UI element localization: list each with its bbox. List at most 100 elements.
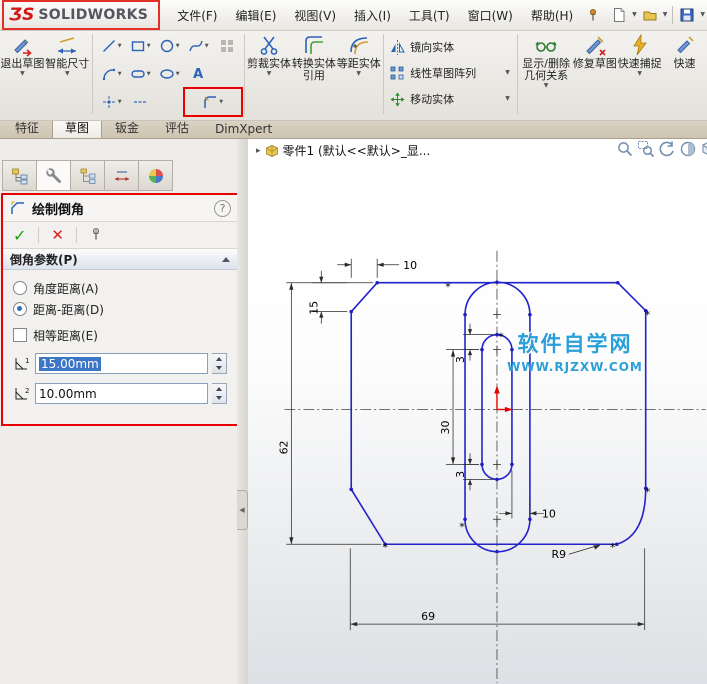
distance2-row: 2 10.00mm (13, 383, 227, 404)
distance2-spinner[interactable] (212, 383, 227, 404)
distance1-spinner[interactable] (212, 353, 227, 374)
previous-view-icon[interactable] (658, 140, 676, 158)
menu-view[interactable]: 视图(V) (285, 3, 345, 28)
dim-corner-radius[interactable]: R9 (552, 544, 601, 561)
angle-distance-radio[interactable] (13, 281, 27, 295)
svg-text:*: * (459, 520, 465, 533)
property-manager-tab[interactable] (37, 160, 71, 191)
svg-text:*: * (645, 309, 651, 322)
menu-insert[interactable]: 插入(I) (345, 3, 400, 28)
new-document-button[interactable] (608, 4, 630, 26)
sketch-ellipse-button[interactable]: ▼ (155, 60, 184, 88)
dim-slot-gap[interactable]: 10 (498, 470, 556, 520)
outer-profile[interactable] (350, 281, 647, 546)
repair-sketch-icon (586, 36, 606, 56)
linear-pattern-button[interactable]: 线性草图阵列 ▼ (386, 60, 515, 86)
sketch-origin[interactable] (494, 385, 513, 413)
sketch-rectangle-button[interactable]: ▼ (126, 32, 155, 60)
trim-entities-button[interactable]: 剪裁实体 ▼ (247, 30, 292, 77)
spin-up-icon[interactable] (212, 354, 226, 364)
exit-sketch-button[interactable]: 退出草图 ▼ (0, 30, 45, 77)
sketch-slot-button[interactable]: ▼ (126, 60, 155, 88)
angle-distance-option[interactable]: 角度距离(A) (13, 279, 227, 297)
chevron-down-icon[interactable]: ▼ (661, 12, 670, 18)
cancel-button[interactable]: ✕ (51, 226, 64, 244)
smart-dimension-button[interactable]: 智能尺寸 ▼ (45, 30, 90, 77)
sketch-text-button[interactable]: A (184, 60, 213, 88)
panel-collapse-button[interactable]: ◀ (237, 490, 248, 530)
sketch-line-button[interactable]: ▼ (97, 32, 126, 60)
distance-distance-option[interactable]: 距离-距离(D) (13, 300, 227, 318)
outer-slot[interactable] (464, 281, 531, 553)
chevron-down-icon[interactable]: ▼ (630, 12, 639, 18)
repair-sketch-button[interactable]: 修复草图 (572, 30, 617, 70)
convert-entities-button[interactable]: 转换实体引用 (291, 30, 336, 82)
move-entities-button[interactable]: 移动实体 ▼ (386, 86, 515, 112)
spin-up-icon[interactable] (212, 384, 226, 394)
section-view-icon[interactable] (679, 140, 697, 158)
configuration-manager-tab[interactable] (71, 160, 105, 191)
feature-manager-tab[interactable] (2, 160, 37, 191)
sketch-fillet-chamfer-button[interactable]: ▼ (182, 87, 243, 117)
dim-overall-width[interactable]: 69 (349, 548, 646, 631)
display-relations-button[interactable]: 显示/删除几何关系 ▼ (520, 30, 573, 89)
open-document-button[interactable] (639, 4, 661, 26)
equal-distance-option[interactable]: 相等距离(E) (13, 326, 227, 344)
chevron-down-icon: ▼ (146, 42, 151, 49)
zoom-area-icon[interactable] (637, 140, 655, 158)
dim-gap-top[interactable]: 3 (454, 323, 494, 363)
tab-dimxpert[interactable]: DimXpert (202, 120, 285, 138)
chamfer-parameters-header[interactable]: 倒角参数(P) (3, 249, 237, 270)
sketch-circle-button[interactable]: ▼ (155, 32, 184, 60)
quick-snaps-button[interactable]: 快速捕捉 ▼ (617, 30, 662, 77)
chevron-down-icon: ▼ (505, 95, 510, 102)
save-button[interactable] (676, 4, 698, 26)
mirror-entities-button[interactable]: 镜向实体 (386, 34, 515, 60)
spin-down-icon[interactable] (212, 394, 226, 404)
sketch-point-button[interactable]: ▼ (97, 88, 126, 116)
equal-distance-checkbox[interactable] (13, 328, 27, 342)
pushpin-icon (590, 9, 597, 21)
quick-sketch-label: 快速 (673, 57, 696, 70)
quick-sketch-button-clipped[interactable]: 快速 (662, 30, 707, 70)
keep-visible-pin-button[interactable] (89, 226, 103, 245)
display-manager-tab[interactable] (139, 160, 173, 191)
expand-arrow-icon[interactable]: ▸ (256, 146, 261, 156)
ok-button[interactable]: ✓ (13, 226, 26, 245)
logo-highlight-box: ƷS SOLIDWORKS (2, 0, 161, 30)
display-relations-label: 显示/删除几何关系 (522, 57, 570, 82)
menu-tools[interactable]: 工具(T) (400, 3, 459, 28)
dim-gap-bottom[interactable]: 3 (454, 453, 494, 491)
pin-menu-icon[interactable] (586, 8, 600, 22)
chevron-down-icon[interactable]: ▼ (698, 12, 707, 18)
spin-down-icon[interactable] (212, 364, 226, 374)
convert-entities-label: 转换实体引用 (291, 57, 336, 82)
menu-help[interactable]: 帮助(H) (522, 3, 582, 28)
distance-distance-radio[interactable] (13, 302, 27, 316)
sketch-arc-button[interactable]: ▼ (97, 60, 126, 88)
sketch-line-icon (102, 40, 115, 52)
distance2-input[interactable]: 10.00mm (35, 383, 208, 404)
new-document-icon (614, 8, 625, 22)
distance1-input[interactable]: 15.00mm (35, 353, 208, 374)
view-orientation-icon[interactable] (700, 140, 707, 158)
help-icon[interactable]: ? (214, 199, 231, 217)
sketch-canvas[interactable]: * * * * * * * * 10 15 62 69 30 3 3 10 R9 (248, 138, 707, 684)
sketch-points[interactable] (349, 280, 648, 554)
quick-snaps-icon (632, 33, 647, 56)
menu-edit[interactable]: 编辑(E) (226, 3, 285, 28)
dimxpert-manager-tab[interactable] (105, 160, 139, 191)
feature-tree-header[interactable]: ▸ 零件1 (默认<<默认>_显... (256, 142, 430, 159)
menu-file[interactable]: 文件(F) (168, 3, 226, 28)
dim-overall-height[interactable]: 62 (277, 282, 382, 545)
sketch-spline-button[interactable]: ▼ (184, 32, 213, 60)
dim-slot-length[interactable]: 30 (439, 349, 479, 465)
zoom-fit-icon[interactable] (616, 140, 634, 158)
offset-entities-button[interactable]: 等距实体 ▼ (336, 30, 381, 77)
dim-chamfer-width[interactable]: 10 (337, 259, 417, 278)
toolbar-separator (383, 34, 385, 114)
sketch-centerline-button[interactable] (126, 88, 155, 116)
graphics-area[interactable]: * * * * * * * * 10 15 62 69 30 3 3 10 R9… (248, 138, 707, 684)
sketch-point-icon (102, 96, 115, 108)
menu-window[interactable]: 窗口(W) (459, 3, 522, 28)
